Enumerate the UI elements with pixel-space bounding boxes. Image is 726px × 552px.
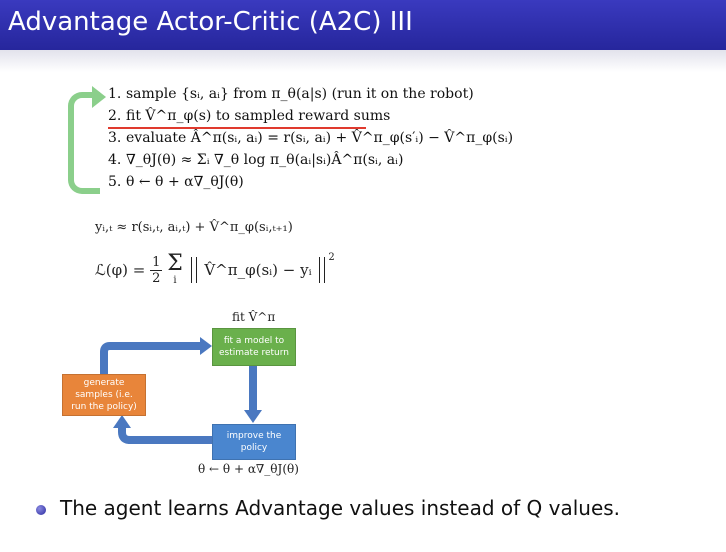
step-number: 1.: [108, 86, 122, 102]
sum-symbol: Σ: [167, 251, 183, 276]
fit-model-box: fit a model to estimate return: [212, 328, 296, 366]
summation: Σ i: [167, 253, 183, 287]
title-shadow: [0, 50, 726, 72]
sum-index: i: [173, 275, 177, 286]
arrow-generate-to-fit: [100, 342, 200, 374]
norm-left-bar: [190, 257, 197, 283]
slide-title: Advantage Actor-Critic (A2C) III: [8, 7, 413, 37]
step-text: evaluate Â^π(sᵢ, aᵢ) = r(sᵢ, aᵢ) + V̂^π_…: [126, 130, 514, 146]
arrow-generate-to-fit-head-icon: [200, 337, 212, 355]
algorithm-step-4: 4. ∇_θJ(θ) ≈ Σᵢ ∇_θ log π_θ(aᵢ|sᵢ)Â^π(sᵢ,…: [108, 152, 403, 168]
step-number: 4.: [108, 152, 122, 168]
step-number: 5.: [108, 174, 122, 190]
step-number: 2.: [108, 108, 122, 124]
loss-power: 2: [328, 252, 335, 263]
target-equation: yᵢ,ₜ ≈ r(sᵢ,ₜ, aᵢ,ₜ) + V̂^π_φ(sᵢ,ₜ₊₁): [95, 220, 293, 235]
algorithm-step-1: 1. sample {sᵢ, aᵢ} from π_θ(a|s) (run it …: [108, 86, 474, 102]
algorithm-step-3: 3. evaluate Â^π(sᵢ, aᵢ) = r(sᵢ, aᵢ) + V̂^…: [108, 130, 513, 146]
loss-equation: ℒ(φ) = 1 2 Σ i V̂^π_φ(sᵢ) − yᵢ 2: [95, 252, 335, 302]
bullet-text: The agent learns Advantage values instea…: [60, 496, 621, 520]
fit-label: fit V̂^π: [232, 310, 276, 324]
loss-body: V̂^π_φ(sᵢ) − yᵢ: [204, 261, 312, 279]
fit-model-text: fit a model to estimate return: [219, 336, 289, 358]
norm-right-bar: [319, 257, 326, 283]
loop-arrow-head-icon: [92, 86, 106, 108]
arrow-improve-to-generate: [118, 426, 212, 444]
fraction-numerator: 1: [150, 254, 163, 271]
step-text: ∇_θJ(θ) ≈ Σᵢ ∇_θ log π_θ(aᵢ|sᵢ)Â^π(sᵢ, a…: [126, 152, 404, 168]
algorithm-step-2: 2. fit V̂^π_φ(s) to sampled reward sums: [108, 108, 390, 124]
improve-policy-box: improve the policy: [212, 424, 296, 460]
generate-samples-text: generate samples (i.e. run the policy): [71, 378, 137, 412]
arrow-fit-to-improve-head-icon: [244, 410, 262, 423]
generate-samples-box: generate samples (i.e. run the policy): [62, 374, 146, 416]
step-text: θ ← θ + α∇_θJ(θ): [126, 174, 244, 190]
step-text: sample {sᵢ, aᵢ} from π_θ(a|s) (run it on…: [126, 86, 474, 102]
fraction-denominator: 2: [152, 270, 161, 286]
arrow-improve-to-generate-head-icon: [113, 415, 131, 428]
update-label: θ ← θ + α∇_θJ(θ): [198, 462, 299, 476]
step-text: fit V̂^π_φ(s) to sampled reward sums: [126, 108, 391, 124]
improve-policy-text: improve the policy: [226, 431, 282, 453]
algorithm-step-5: 5. θ ← θ + α∇_θJ(θ): [108, 174, 244, 190]
title-bar: Advantage Actor-Critic (A2C) III: [0, 0, 726, 52]
bullet-icon: [36, 505, 46, 515]
step-2-red-underline: [108, 127, 366, 129]
loss-lhs: ℒ(φ) =: [95, 261, 146, 279]
loss-fraction: 1 2: [150, 254, 163, 286]
step-number: 3.: [108, 130, 122, 146]
